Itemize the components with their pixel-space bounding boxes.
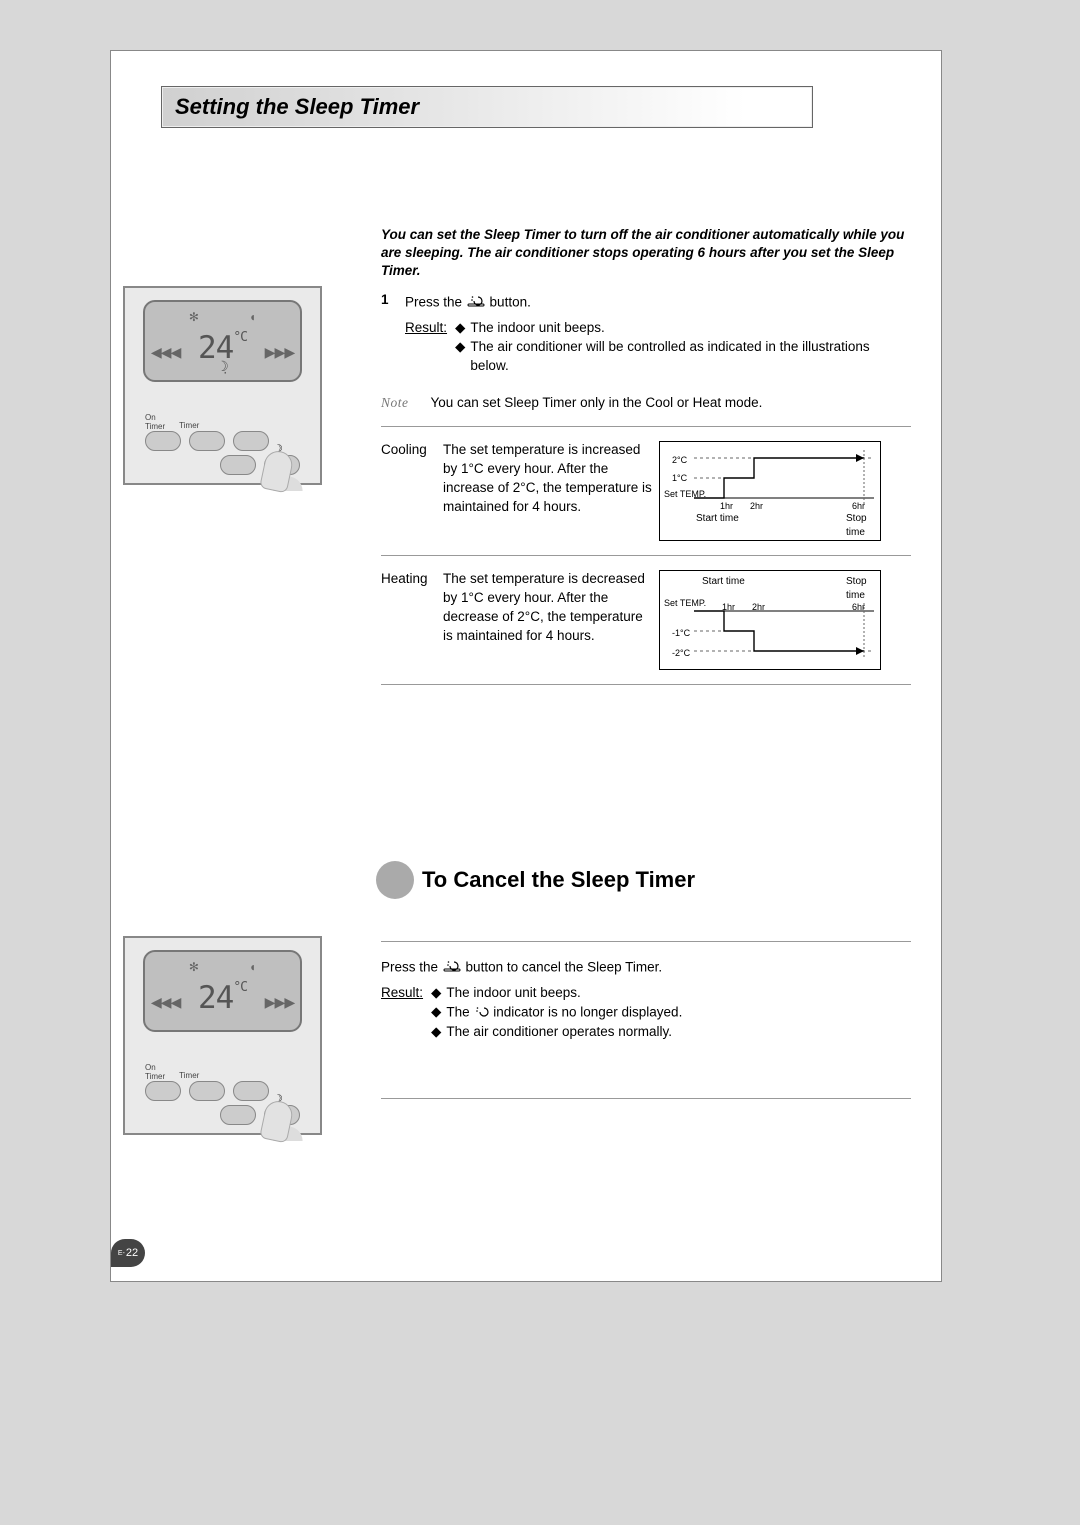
cancel-text-after: button to cancel the Sleep Timer. <box>466 960 663 975</box>
sleep-indicator-icon <box>473 1003 489 1023</box>
chart-stop-label: Stop time <box>846 512 880 540</box>
page-number-badge: E-22 <box>111 1239 145 1267</box>
remote-temperature-unit: °C <box>233 980 247 995</box>
result-bullet: The indicator is no longer displayed. <box>446 1003 682 1023</box>
chart-ytick: 2°C <box>672 454 687 467</box>
chart-start-label: Start time <box>696 512 739 526</box>
cancel-text-before: Press the <box>381 960 442 975</box>
intro-text: You can set the Sleep Timer to turn off … <box>381 226 911 281</box>
cancel-result-bullets: ◆The indoor unit beeps. ◆ The indicator … <box>431 984 682 1042</box>
heating-text: The set temperature is decreased by 1°C … <box>443 570 659 670</box>
remote-display: ✻ ◖ ◀◀◀ 24°C ▶▶▶ <box>143 950 302 1032</box>
remote-temperature-value: 24 <box>198 980 233 1016</box>
sleep-button-icon <box>442 956 462 980</box>
cooling-chart: 2°C 1°C Set TEMP. 1hr 2hr 6hr Start time… <box>659 441 881 541</box>
remote-temperature: ◀◀◀ 24°C ▶▶▶ <box>145 980 300 1016</box>
chart-start-label: Start time <box>702 575 745 589</box>
sleep-button-icon <box>466 291 486 315</box>
remote-button-labels: On Timer Timer <box>145 1063 199 1081</box>
divider <box>381 941 911 942</box>
remote-button <box>189 431 225 451</box>
page-num: 22 <box>126 1247 138 1259</box>
remote-illustration-cancel: ✻ ◖ ◀◀◀ 24°C ▶▶▶ On Timer Timer ☽̣ <box>123 936 322 1135</box>
cooling-label: Cooling <box>381 441 443 541</box>
remote-button <box>220 1105 256 1125</box>
section-heading-box: Setting the Sleep Timer <box>161 86 813 128</box>
divider <box>381 555 911 556</box>
page-num-prefix: E- <box>118 1250 125 1257</box>
label-timer: Timer <box>179 1071 199 1081</box>
cancel-block: Press the button to cancel the Sleep Tim… <box>381 941 911 1113</box>
chart-xtick: 6hr <box>852 500 865 513</box>
result-bullet: The indoor unit beeps. <box>470 319 604 338</box>
cancel-heading: To Cancel the Sleep Timer <box>422 867 695 893</box>
note-text: You can set Sleep Timer only in the Cool… <box>431 394 763 413</box>
heating-chart: Set TEMP. -1°C -2°C Start time Stop time… <box>659 570 881 670</box>
chart-xtick: 2hr <box>750 500 763 513</box>
sleep-indicator-icon: ☽̣ <box>145 358 300 375</box>
result-label: Result: <box>405 319 447 376</box>
result-bullet: The air conditioner will be controlled a… <box>470 338 911 376</box>
step1-text-before: Press the <box>405 295 466 310</box>
chart-ytick: -1°C <box>672 627 690 640</box>
step1-block: 1 Press the button. Result: ◆The indoor … <box>381 291 911 699</box>
heading-bullet-icon <box>376 861 414 899</box>
remote-button-labels: On Timer Timer <box>145 413 199 431</box>
remote-button <box>189 1081 225 1101</box>
label-timer: Timer <box>179 421 199 431</box>
cooling-row: Cooling The set temperature is increased… <box>381 441 911 541</box>
divider <box>381 1098 911 1099</box>
remote-illustration-set: ✻ ◖ ◀◀◀ 24°C ▶▶▶ ☽̣ On Timer Timer ☽̣ <box>123 286 322 485</box>
note-label: Note <box>381 394 409 413</box>
result-bullets: ◆The indoor unit beeps. ◆The air conditi… <box>455 319 911 376</box>
snowflake-icon: ✻ ◖ <box>145 960 300 974</box>
bullet2-before: The <box>446 1004 473 1019</box>
divider <box>381 684 911 685</box>
result-label: Result: <box>381 984 423 1042</box>
chart-ytick: -2°C <box>672 647 690 660</box>
label-on-timer: On Timer <box>145 413 165 431</box>
heating-row: Heating The set temperature is decreased… <box>381 570 911 670</box>
remote-temperature-unit: °C <box>233 330 247 345</box>
step1-instruction: Press the button. <box>405 291 531 315</box>
bullet2-after: indicator is no longer displayed. <box>493 1004 682 1019</box>
finger-press-illustration <box>253 1096 323 1141</box>
heating-label: Heating <box>381 570 443 670</box>
finger-press-illustration <box>253 446 323 491</box>
remote-button <box>145 1081 181 1101</box>
remote-display: ✻ ◖ ◀◀◀ 24°C ▶▶▶ ☽̣ <box>143 300 302 382</box>
cancel-instruction: Press the button to cancel the Sleep Tim… <box>381 956 911 980</box>
step1-text-after: button. <box>490 295 531 310</box>
page: Setting the Sleep Timer You can set the … <box>110 50 942 1282</box>
snowflake-icon: ✻ ◖ <box>145 310 300 324</box>
section-heading: Setting the Sleep Timer <box>162 87 812 127</box>
result-bullet: The indoor unit beeps. <box>446 984 580 1003</box>
cooling-text: The set temperature is increased by 1°C … <box>443 441 659 541</box>
chart-xtick: 1hr <box>720 500 733 513</box>
label-on-timer: On Timer <box>145 1063 165 1081</box>
cancel-heading-row: To Cancel the Sleep Timer <box>376 861 695 899</box>
chart-ytick: 1°C <box>672 472 687 485</box>
result-bullet: The air conditioner operates normally. <box>446 1023 672 1042</box>
divider <box>381 426 911 427</box>
step-number: 1 <box>381 291 405 315</box>
remote-button <box>145 431 181 451</box>
remote-button <box>220 455 256 475</box>
